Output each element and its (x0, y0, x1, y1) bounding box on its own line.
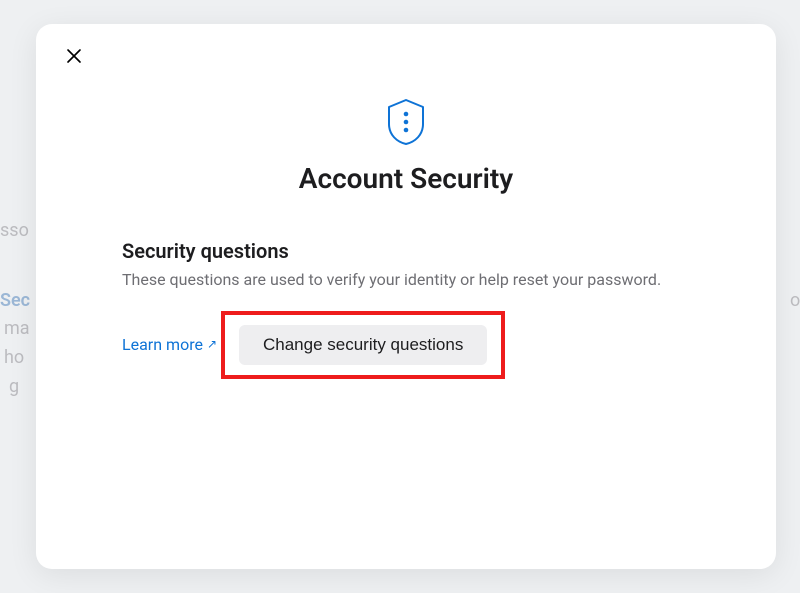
learn-more-label: Learn more (122, 335, 203, 354)
bg-frag: ma (4, 320, 30, 338)
page-title: Account Security (299, 162, 513, 195)
security-questions-section: Security questions These questions are u… (122, 239, 690, 379)
section-heading: Security questions (122, 239, 690, 263)
learn-more-link[interactable]: Learn more ↗ (122, 335, 217, 354)
bg-frag: g (9, 378, 19, 396)
account-security-modal: Account Security Security questions Thes… (36, 24, 776, 569)
section-description: These questions are used to verify your … (122, 269, 690, 291)
change-security-questions-button[interactable]: Change security questions (239, 325, 487, 365)
close-icon (65, 47, 83, 65)
annotation-highlight: Change security questions (221, 311, 505, 379)
bg-frag: o (790, 292, 800, 310)
modal-header: Account Security (36, 24, 776, 195)
external-link-icon: ↗ (207, 338, 217, 350)
bg-frag: Sec (0, 292, 30, 310)
bg-frag: sso (0, 222, 29, 240)
bg-frag: ho (4, 349, 24, 367)
close-button[interactable] (58, 40, 90, 72)
shield-icon (385, 98, 427, 146)
